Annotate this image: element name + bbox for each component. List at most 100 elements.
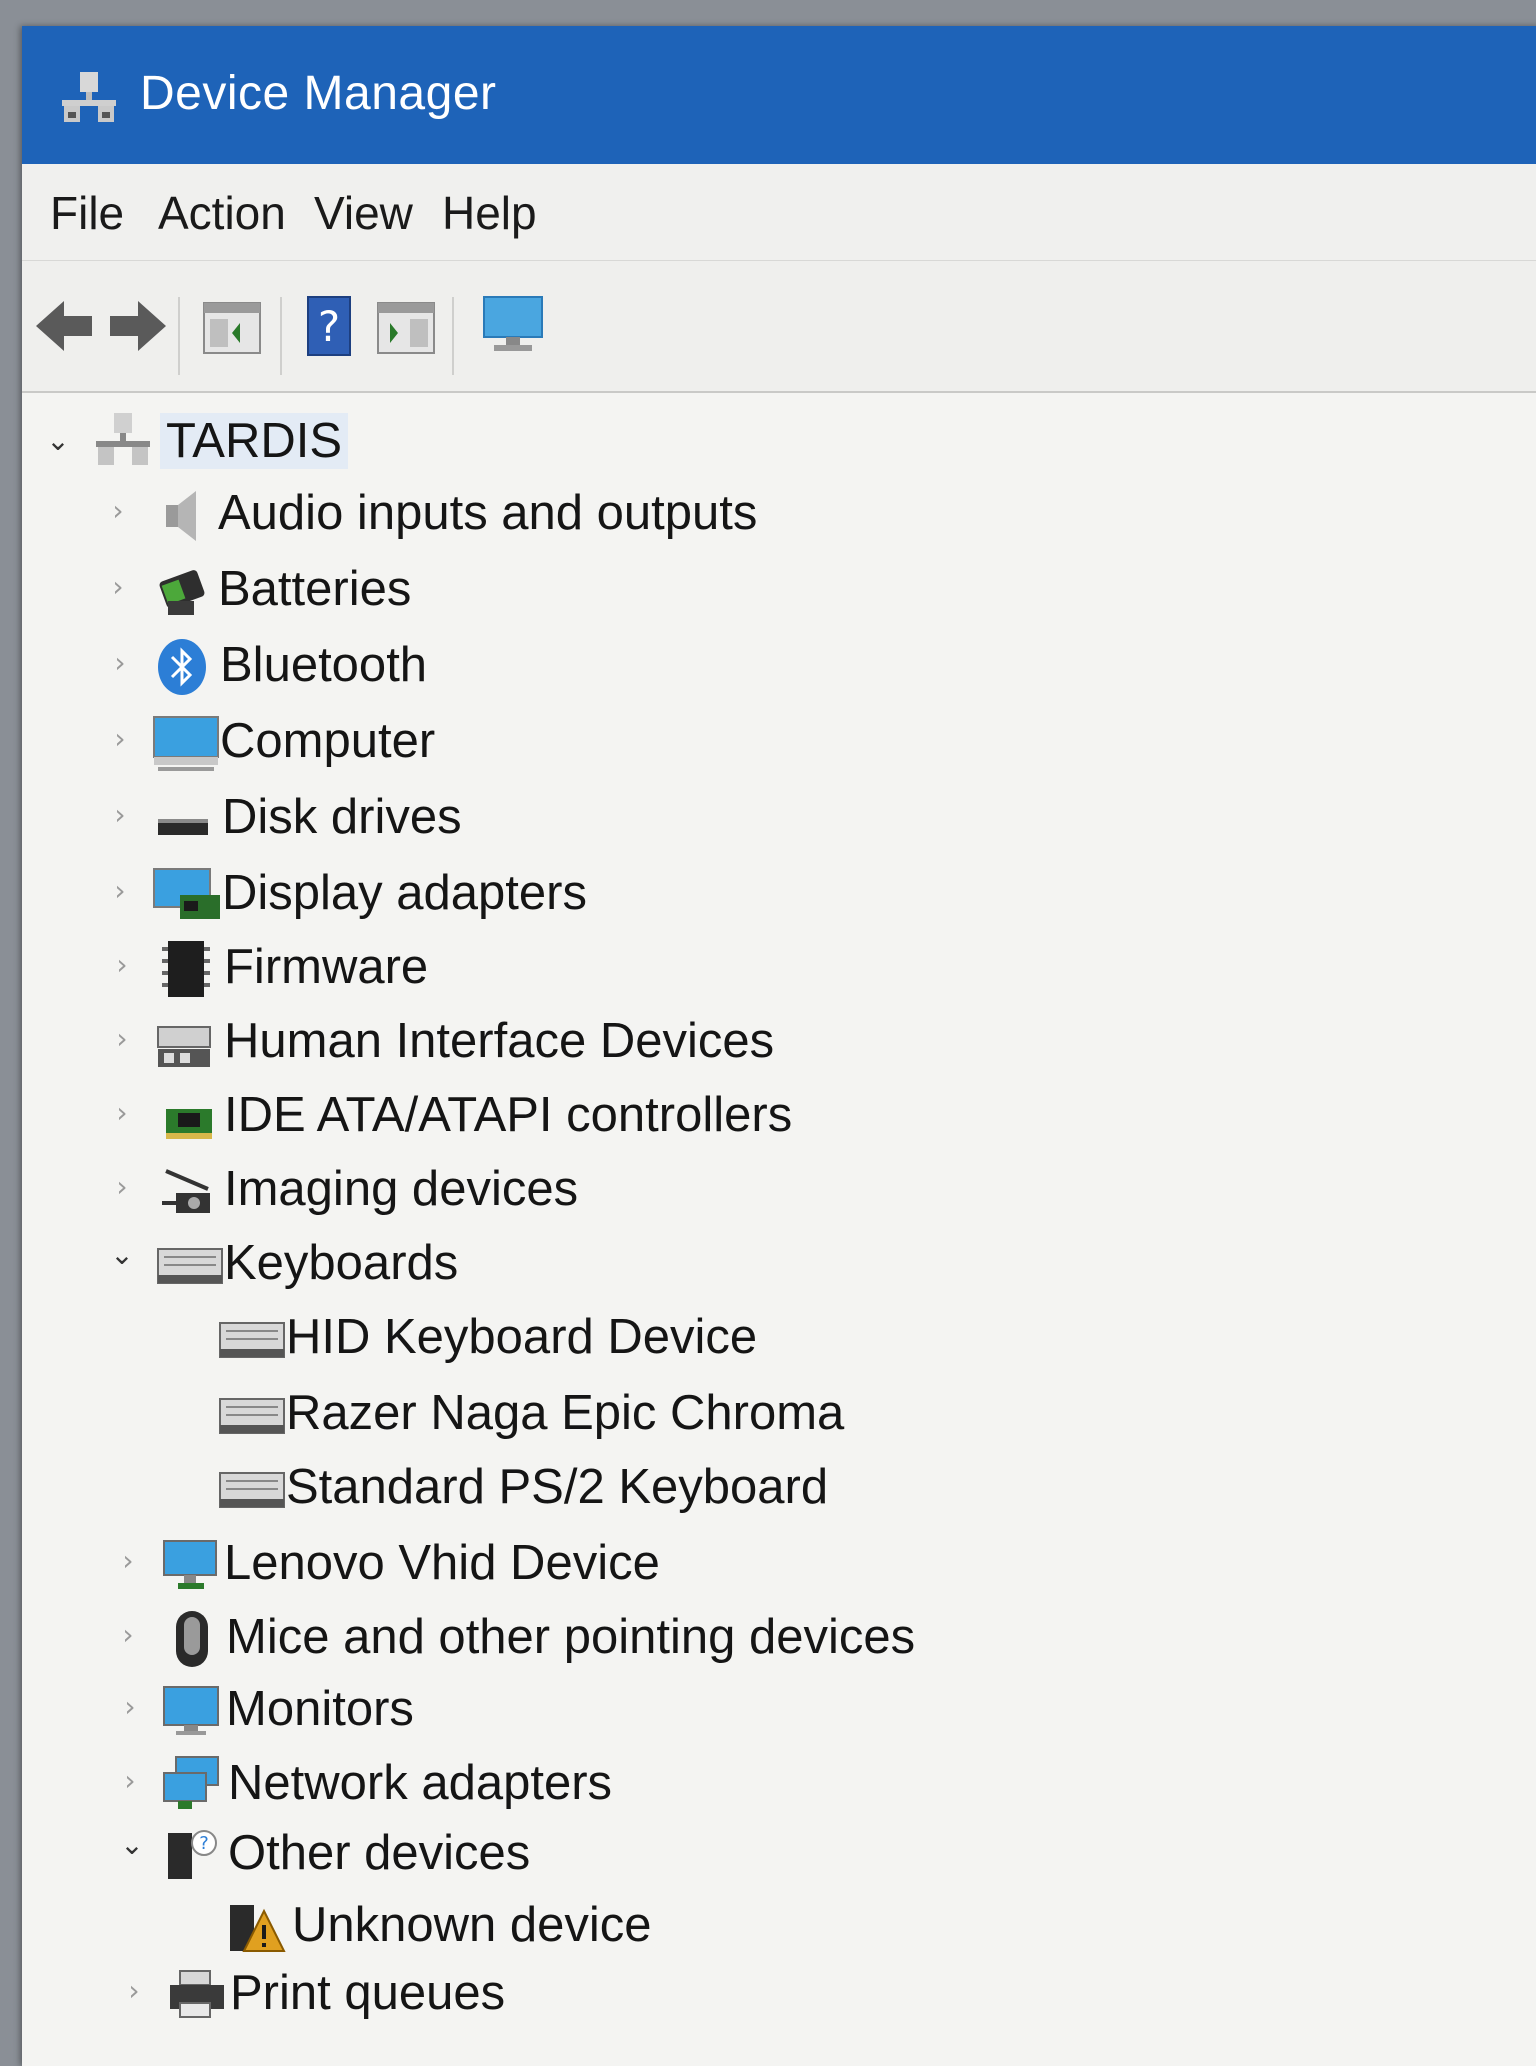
tree-item-print-queues[interactable]: › Print queues: [22, 1959, 1022, 2029]
root-label: TARDIS: [160, 413, 349, 469]
tree-item-label: Lenovo Vhid Device: [224, 1536, 660, 1590]
tree-item-label: Audio inputs and outputs: [218, 486, 758, 540]
speaker-icon: [166, 491, 196, 541]
tree-child-label: Razer Naga Epic Chroma: [286, 1386, 845, 1440]
monitor-icon: [163, 1686, 219, 1735]
tree-item-label: Monitors: [226, 1682, 414, 1736]
camera-icon: [162, 1169, 210, 1213]
toolbar-separator: [280, 297, 282, 375]
tree-item-lenovo-vhid[interactable]: › Lenovo Vhid Device: [22, 1529, 1022, 1599]
toolbar-separator: [178, 297, 180, 375]
chevron-right-icon[interactable]: ›: [118, 1767, 142, 1795]
tree-child-item[interactable]: HID Keyboard Device: [22, 1303, 1022, 1373]
window-title: Device Manager: [140, 67, 497, 120]
tree-item-mice[interactable]: › Mice and other pointing devices: [22, 1603, 1122, 1673]
chevron-right-icon[interactable]: ›: [108, 649, 132, 677]
tree-item-label: Display adapters: [222, 866, 587, 920]
tree-child-label: Unknown device: [292, 1898, 652, 1952]
menu-view[interactable]: View: [314, 186, 413, 240]
menu-help[interactable]: Help: [442, 186, 537, 240]
ide-controller-icon: [166, 1109, 212, 1139]
chevron-down-icon[interactable]: ⌄: [46, 427, 70, 455]
action-pane-icon[interactable]: [374, 291, 438, 361]
tree-item-audio[interactable]: › Audio inputs and outputs: [22, 479, 1022, 549]
monitor-icon[interactable]: [478, 291, 548, 361]
chevron-down-icon[interactable]: ⌄: [120, 1831, 144, 1859]
network-monitor-icon: [163, 1540, 217, 1589]
menu-action[interactable]: Action: [158, 186, 286, 240]
menu-bar: File Action View Help: [22, 164, 1536, 261]
title-bar[interactable]: Device Manager: [22, 26, 1536, 164]
tree-child-item[interactable]: Razer Naga Epic Chroma: [22, 1379, 1022, 1449]
tree-item-computer[interactable]: › Computer: [22, 707, 1022, 777]
chevron-right-icon[interactable]: ›: [108, 801, 132, 829]
chevron-right-icon[interactable]: ›: [110, 1025, 134, 1053]
tree-item-label: Computer: [220, 714, 436, 768]
show-hide-console-tree-icon[interactable]: [200, 291, 264, 361]
chevron-right-icon[interactable]: ›: [116, 1621, 140, 1649]
chevron-right-icon[interactable]: ›: [116, 1547, 140, 1575]
tree-child-label: HID Keyboard Device: [286, 1310, 758, 1364]
chevron-right-icon[interactable]: ›: [110, 1099, 134, 1127]
tree-item-label: IDE ATA/ATAPI controllers: [224, 1088, 793, 1142]
tree-item-disk-drives[interactable]: › Disk drives: [22, 783, 1022, 853]
chevron-right-icon[interactable]: ›: [110, 951, 134, 979]
tree-item-hid[interactable]: › Human Interface Devices: [22, 1007, 1022, 1077]
tree-item-label: Print queues: [230, 1966, 506, 2020]
tree-item-label: Other devices: [228, 1826, 531, 1880]
battery-icon: [159, 570, 205, 615]
printer-icon: [170, 1970, 224, 2018]
keyboard-icon: [219, 1472, 285, 1508]
display-adapter-icon: [153, 868, 220, 919]
hid-icon: [157, 1026, 211, 1067]
unknown-device-icon: ?: [168, 1830, 217, 1879]
chevron-right-icon[interactable]: ›: [106, 573, 130, 601]
forward-arrow-icon[interactable]: [106, 291, 168, 361]
tree-item-keyboards[interactable]: ⌄ Keyboards: [22, 1229, 1022, 1299]
network-adapter-icon: [163, 1756, 219, 1809]
keyboard-icon: [157, 1248, 223, 1284]
chevron-right-icon[interactable]: ›: [106, 497, 130, 525]
tree-item-monitors[interactable]: › Monitors: [22, 1675, 1022, 1745]
tree-item-label: Bluetooth: [220, 638, 428, 692]
toolbar: ?: [22, 261, 1536, 393]
warning-device-icon: [230, 1905, 286, 1952]
svg-text:?: ?: [318, 302, 340, 351]
tree-item-display-adapters[interactable]: › Display adapters: [22, 859, 1022, 929]
device-manager-icon: [62, 72, 116, 122]
keyboard-icon: [219, 1398, 285, 1434]
chevron-right-icon[interactable]: ›: [122, 1977, 146, 2005]
tree-item-label: Mice and other pointing devices: [226, 1610, 916, 1664]
tree-item-batteries[interactable]: › Batteries: [22, 555, 1022, 625]
tree-item-imaging[interactable]: › Imaging devices: [22, 1155, 1022, 1225]
tree-item-ide[interactable]: › IDE ATA/ATAPI controllers: [22, 1081, 1022, 1151]
menu-file[interactable]: File: [50, 186, 124, 240]
help-icon[interactable]: ?: [304, 291, 354, 361]
mouse-icon: [176, 1611, 208, 1667]
tree-child-item[interactable]: Unknown device: [22, 1891, 1022, 1961]
chevron-right-icon[interactable]: ›: [108, 877, 132, 905]
tree-root[interactable]: ⌄ TARDIS: [22, 407, 622, 477]
tree-item-bluetooth[interactable]: › Bluetooth: [22, 631, 1022, 701]
tree-item-network-adapters[interactable]: › Network adapters: [22, 1749, 1022, 1819]
tree-item-other-devices[interactable]: ⌄ ? Other devices: [22, 1819, 1022, 1889]
firmware-chip-icon: [162, 941, 210, 997]
keyboard-icon: [219, 1322, 285, 1358]
chevron-right-icon[interactable]: ›: [108, 725, 132, 753]
tree-child-item[interactable]: Standard PS/2 Keyboard: [22, 1453, 1022, 1523]
chevron-down-icon[interactable]: ⌄: [110, 1241, 134, 1269]
tree-item-label: Human Interface Devices: [224, 1014, 775, 1068]
chevron-right-icon[interactable]: ›: [110, 1173, 134, 1201]
svg-text:?: ?: [199, 1833, 209, 1854]
chevron-right-icon[interactable]: ›: [118, 1693, 142, 1721]
back-arrow-icon[interactable]: [34, 291, 96, 361]
tree-item-label: Disk drives: [222, 790, 462, 844]
tree-item-label: Keyboards: [224, 1236, 459, 1290]
tree-item-label: Network adapters: [228, 1756, 613, 1810]
computer-icon: [153, 716, 219, 771]
toolbar-separator: [452, 297, 454, 375]
computer-tree-icon: [96, 413, 150, 465]
bluetooth-icon: [158, 639, 206, 695]
disk-drive-icon: [158, 819, 208, 835]
tree-item-firmware[interactable]: › Firmware: [22, 933, 1022, 1003]
